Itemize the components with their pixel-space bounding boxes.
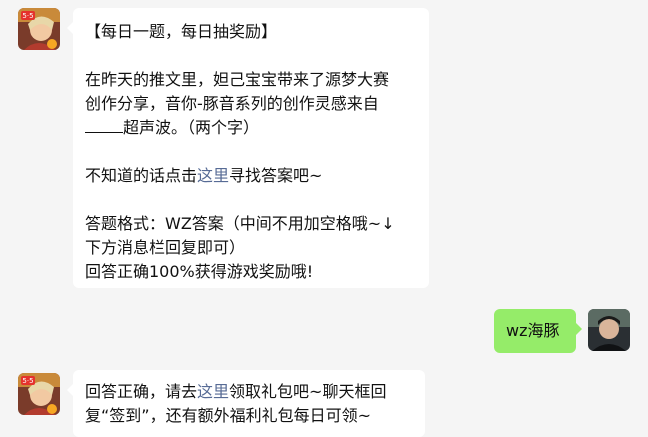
message-line: 不知道的话点击这里寻找答案吧~ (85, 166, 323, 185)
message-line: 回答正确100%获得游戏奖励哦! (85, 262, 314, 281)
svg-text:5·5: 5·5 (22, 377, 33, 385)
hero-avatar-icon: 5·5 (18, 373, 60, 415)
message-line: 回答正确，请去这里领取礼包吧~聊天框回 (85, 382, 387, 401)
message-line: 复“签到”，还有额外福利礼包每日可领~ (85, 406, 371, 425)
bot-avatar[interactable]: 5·5 (18, 373, 60, 415)
user-avatar[interactable] (588, 309, 630, 351)
message-line: 下方消息栏回复即可） (85, 238, 246, 257)
message-bubble-reward: 回答正确，请去这里领取礼包吧~聊天框回 复“签到”，还有额外福利礼包每日可领~ (67, 370, 425, 437)
message-bubble-question: 【每日一题，每日抽奖励】 在昨天的推文里，妲己宝宝带来了源梦大赛 创作分享，音你… (67, 8, 429, 288)
answer-blank (85, 116, 123, 133)
here-link[interactable]: 这里 (197, 166, 229, 185)
message-line: 在昨天的推文里，妲己宝宝带来了源梦大赛 (85, 70, 390, 89)
here-link[interactable]: 这里 (197, 382, 229, 401)
message-bubble-answer: wz海豚 (494, 309, 582, 353)
hero-avatar-icon: 5·5 (18, 8, 60, 50)
bot-avatar[interactable]: 5·5 (18, 8, 60, 50)
svg-text:5·5: 5·5 (22, 12, 33, 20)
user-avatar-icon (588, 309, 630, 351)
message-line: 【每日一题，每日抽奖励】 (85, 22, 278, 41)
message-text: wz海豚 (506, 321, 560, 340)
message-line: 超声波。（两个字） (85, 116, 417, 140)
message-line: 创作分享，音你-豚音系列的创作灵感来自 (85, 94, 379, 113)
message-line: 答题格式：WZ答案（中间不用加空格哦~↓ (85, 214, 395, 233)
